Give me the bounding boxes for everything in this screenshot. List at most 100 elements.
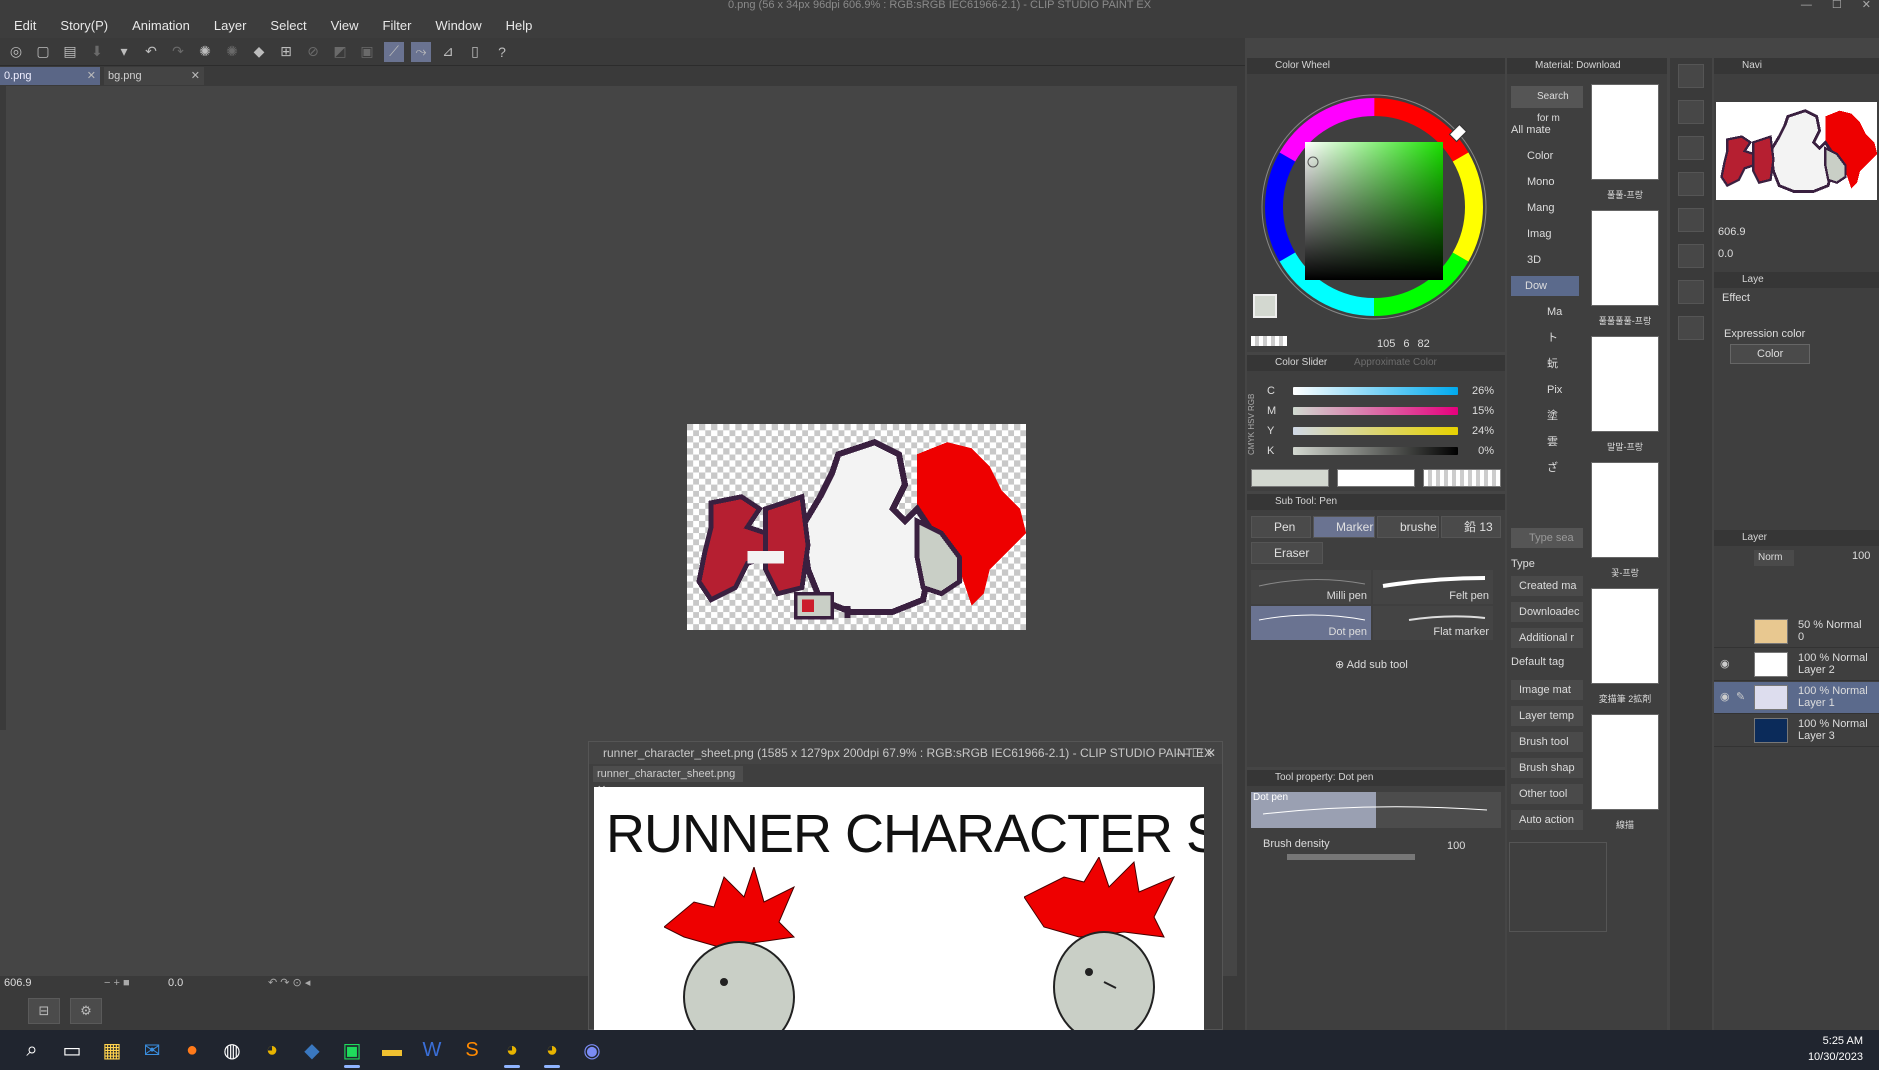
add-sub-tool-button[interactable]: ⊕ Add sub tool [1335, 658, 1408, 671]
menu-help[interactable]: Help [506, 18, 533, 33]
transparent-color-box[interactable] [1423, 469, 1501, 487]
panel-icon[interactable] [1678, 136, 1704, 160]
menu-layer[interactable]: Layer [214, 18, 247, 33]
panel-icon[interactable] [1678, 244, 1704, 268]
slider-track[interactable] [1293, 427, 1458, 435]
group-marker[interactable]: Marker [1313, 516, 1375, 538]
word-icon[interactable]: W [412, 1030, 452, 1070]
zoom-controls[interactable]: − + ■ [104, 976, 130, 990]
navigator-title[interactable]: Navi [1724, 60, 1762, 71]
deselect-icon[interactable]: ⊘ [303, 42, 323, 62]
python-icon[interactable]: ◆ [292, 1030, 332, 1070]
tag-brush-shape[interactable]: Brush shap [1511, 758, 1583, 778]
type-additional[interactable]: Additional r [1511, 628, 1583, 648]
navigator-preview[interactable] [1714, 102, 1879, 200]
menu-select[interactable]: Select [270, 18, 306, 33]
tag-layer-template[interactable]: Layer temp [1511, 706, 1583, 726]
menu-window[interactable]: Window [435, 18, 481, 33]
dropdown-icon[interactable]: ▾ [114, 42, 134, 62]
expression-color-select[interactable]: Color [1730, 344, 1810, 364]
invert-selection-icon[interactable]: ◩ [330, 42, 350, 62]
slider-track[interactable] [1293, 387, 1458, 395]
group-custom[interactable]: 鉛 13 [1441, 516, 1501, 538]
redo-icon[interactable]: ↷ [168, 42, 188, 62]
minimize-icon[interactable]: — [1801, 0, 1812, 12]
firefox-icon[interactable]: ● [172, 1030, 212, 1070]
material-thumbnail[interactable] [1591, 714, 1659, 810]
tree-item[interactable]: Ma [1547, 302, 1562, 322]
subwindow-close-icon[interactable]: — ☐ ✕ [1177, 742, 1216, 764]
help-icon[interactable]: ? [492, 42, 512, 62]
discord-icon[interactable]: ◉ [572, 1030, 612, 1070]
clip-studio-icon[interactable]: ◎ [6, 42, 26, 62]
panel-icon[interactable] [1678, 280, 1704, 304]
slider-value[interactable]: 0% [1458, 445, 1494, 457]
layer-row[interactable]: ◉ ✎ 100 % Normal Layer 1 [1714, 682, 1879, 714]
clear-icon[interactable]: ✺ [222, 42, 242, 62]
store-icon[interactable]: ▦ [92, 1030, 132, 1070]
color-mode-tabs[interactable]: CMYK HSV RGB [1247, 375, 1261, 455]
clip-studio-taskbar-icon[interactable]: ◍ [212, 1030, 252, 1070]
slider-value[interactable]: 15% [1458, 405, 1494, 417]
vertical-scrollbar[interactable] [1237, 86, 1245, 976]
type-created[interactable]: Created ma [1511, 576, 1583, 596]
material-thumbnail[interactable] [1591, 588, 1659, 684]
tag-image-material[interactable]: Image mat [1511, 680, 1583, 700]
menu-filter[interactable]: Filter [383, 18, 412, 33]
yellow-slider[interactable]: Y 24% [1267, 423, 1512, 439]
transform-icon[interactable]: ⊞ [276, 42, 296, 62]
tree-item[interactable]: 雲 [1547, 432, 1558, 452]
settings-toggle-icon[interactable]: ⚙ [70, 998, 102, 1024]
close-tab-icon[interactable]: ✕ [191, 67, 200, 85]
approximate-color-tab[interactable]: Approximate Color [1330, 357, 1437, 368]
layout-toggle-icon[interactable]: ⊟ [28, 998, 60, 1024]
slider-track[interactable] [1293, 447, 1458, 455]
mail-icon[interactable]: ✉ [132, 1030, 172, 1070]
group-brushes[interactable]: brushe [1377, 516, 1439, 538]
black-slider[interactable]: K 0% [1267, 443, 1512, 459]
tree-item[interactable]: ト [1547, 328, 1558, 348]
brush-felt-pen[interactable]: Felt pen [1373, 570, 1493, 604]
material-thumbnail[interactable] [1591, 336, 1659, 432]
chrome-icon[interactable]: ◕ [492, 1030, 532, 1070]
color-wheel[interactable] [1249, 82, 1499, 332]
material-thumbnail[interactable] [1591, 462, 1659, 558]
material-tag-search[interactable]: Type sea [1511, 528, 1583, 548]
rotate-controls[interactable]: ↶ ↷ ⊙ ◂ [268, 976, 310, 990]
pycharm-icon[interactable]: ▣ [332, 1030, 372, 1070]
layer-panel-title[interactable]: Layer [1724, 532, 1767, 543]
eye-icon[interactable]: ◉ [1720, 690, 1730, 703]
angle-value[interactable]: 0.0 [168, 976, 183, 990]
smartphone-icon[interactable]: ▯ [465, 42, 485, 62]
snap-ruler-icon[interactable]: ⟋ [384, 41, 404, 62]
tree-item[interactable]: 塗 [1547, 406, 1558, 426]
tree-image[interactable]: Imag [1527, 224, 1551, 244]
tree-mono[interactable]: Mono [1527, 172, 1555, 192]
select-area-icon[interactable]: ▣ [357, 42, 377, 62]
slider-value[interactable]: 26% [1458, 385, 1494, 397]
navigator-angle[interactable]: 0.0 [1718, 248, 1733, 260]
task-view-icon[interactable]: ▭ [52, 1030, 92, 1070]
tree-3d[interactable]: 3D [1527, 250, 1541, 270]
tree-color[interactable]: Color [1527, 146, 1553, 166]
canvas-pixel-art[interactable] [686, 424, 1027, 630]
tree-download[interactable]: Dow [1511, 276, 1579, 296]
new-file-icon[interactable]: ▢ [33, 42, 53, 62]
reference-image[interactable]: RUNNER CHARACTER SH [594, 787, 1204, 1031]
tag-other-tool[interactable]: Other tool [1511, 784, 1583, 804]
menu-edit[interactable]: Edit [14, 18, 36, 33]
tab-0-png[interactable]: 0.png ✕ [0, 67, 100, 85]
panel-icon[interactable] [1678, 172, 1704, 196]
type-downloaded[interactable]: Downloadec [1511, 602, 1583, 622]
close-icon[interactable]: ✕ [1862, 0, 1871, 12]
panel-icon[interactable] [1678, 100, 1704, 124]
tag-auto-action[interactable]: Auto action [1511, 810, 1583, 830]
loading-icon[interactable]: ✺ [195, 42, 215, 62]
tree-item[interactable]: 蚖 [1547, 354, 1558, 374]
file-explorer-icon[interactable]: ▬ [372, 1030, 412, 1070]
undo-icon[interactable]: ↶ [141, 42, 161, 62]
color-wheel-title[interactable]: Color Wheel [1257, 60, 1330, 71]
color-slider-tab[interactable]: Color Slider [1257, 357, 1327, 368]
material-thumbnail[interactable] [1591, 210, 1659, 306]
menu-view[interactable]: View [331, 18, 359, 33]
